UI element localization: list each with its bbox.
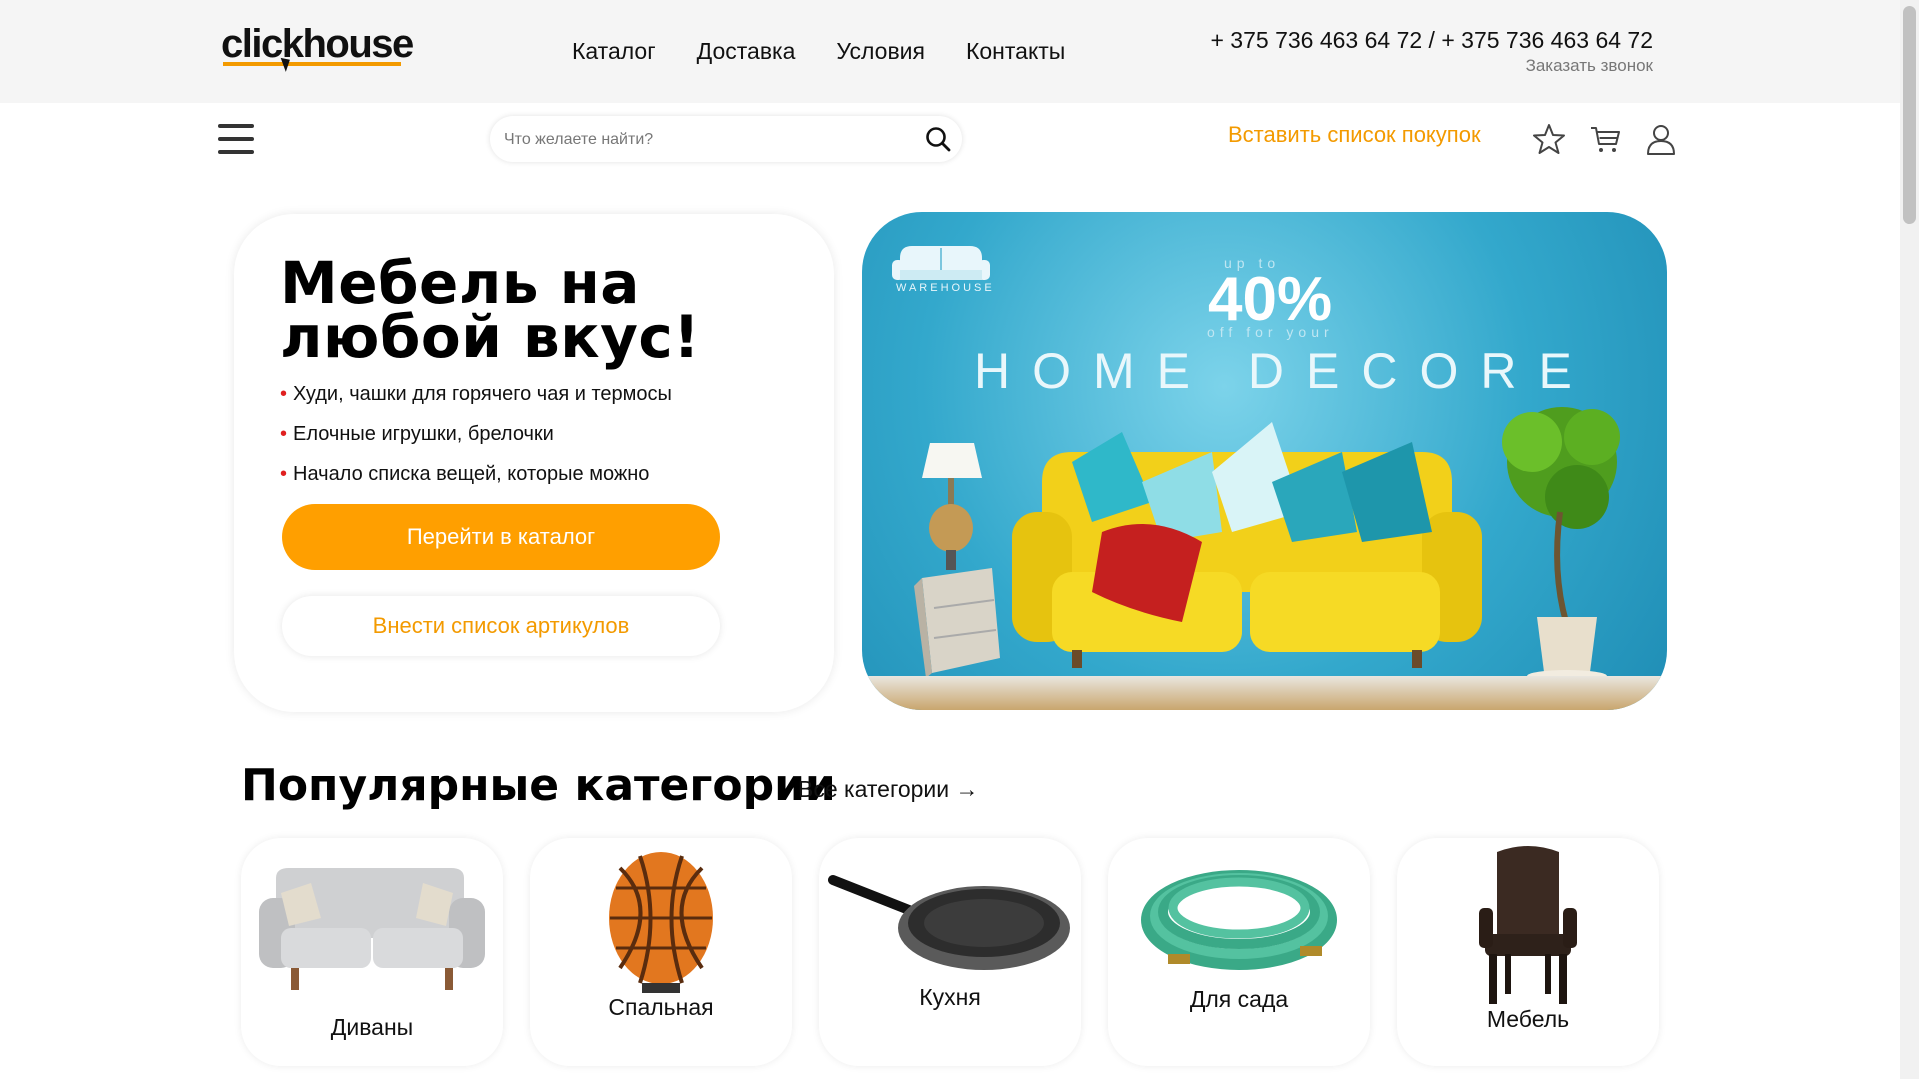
warehouse-logo-icon	[892, 246, 990, 280]
sofa-image	[1012, 422, 1482, 668]
category-label: Для сада	[1189, 986, 1289, 1012]
category-label: Кухня	[919, 984, 981, 1010]
nav-conditions[interactable]: Условия	[836, 38, 925, 65]
insert-shopping-list-link[interactable]: Вставить список покупок	[1228, 122, 1481, 148]
banner-off-for: off for your	[1207, 324, 1334, 340]
bullet-item: • Худи, чашки для горячего чая и термосы	[280, 383, 672, 405]
search-icon[interactable]	[924, 125, 952, 153]
category-card-furniture[interactable]: Мебель	[1397, 838, 1659, 1066]
logo-underline	[223, 62, 401, 66]
hose-icon	[1141, 870, 1337, 970]
search-box	[490, 116, 962, 164]
bullet-item: • Елочные игрушки, брелочки	[280, 423, 554, 445]
go-to-catalog-button[interactable]: Перейти в каталог	[282, 504, 720, 570]
category-label: Мебель	[1486, 1006, 1570, 1032]
logo[interactable]: clickhouse	[221, 22, 414, 78]
hero-bullets: • Худи, чашки для горячего чая и термосы …	[280, 374, 672, 494]
category-card-garden[interactable]: Для сада	[1108, 838, 1370, 1066]
category-card-kitchen[interactable]: Кухня	[819, 838, 1081, 1066]
pan-icon	[828, 875, 1070, 970]
all-categories-link[interactable]: Все категории →	[798, 776, 979, 803]
bullet-dot: •	[280, 383, 288, 405]
promo-banner[interactable]: WAREHOUSE up to 40% off for your HOME DE…	[862, 212, 1667, 710]
header-icons	[1532, 122, 1678, 156]
top-bar: clickhouse Каталог Доставка Условия Конт…	[0, 0, 1900, 103]
hero-card: Мебель на любой вкус! • Худи, чашки для г…	[234, 214, 834, 712]
banner-floor	[862, 676, 1667, 710]
main-nav: Каталог Доставка Условия Контакты	[572, 38, 1065, 65]
category-card-sofas[interactable]: Диваны	[241, 838, 503, 1066]
nav-delivery[interactable]: Доставка	[697, 38, 796, 65]
star-icon[interactable]	[1532, 122, 1566, 156]
popular-categories-title: Популярные категории	[241, 760, 836, 811]
lamp-icon	[609, 852, 713, 993]
sofa-icon	[259, 868, 485, 990]
user-icon[interactable]	[1644, 122, 1678, 156]
hero-title: Мебель на любой вкус!	[280, 249, 701, 371]
scrollbar-thumb[interactable]	[1903, 6, 1916, 224]
menu-icon[interactable]	[218, 124, 254, 154]
warehouse-logo-text: WAREHOUSE	[896, 282, 995, 294]
cart-icon[interactable]	[1588, 122, 1622, 156]
nav-contacts[interactable]: Контакты	[966, 38, 1065, 65]
bullet-item: • Начало списка вещей, которые можно	[280, 463, 650, 485]
chair-icon	[1479, 846, 1577, 1004]
logo-text: clickhouse	[221, 22, 414, 66]
nav-catalog[interactable]: Каталог	[572, 38, 656, 65]
plant-image	[1502, 407, 1620, 682]
lamp-table-image	[914, 443, 1000, 678]
phone-numbers[interactable]: + 375 736 463 64 72 / + 375 736 463 64 7…	[1210, 27, 1653, 54]
search-input[interactable]	[502, 116, 906, 164]
category-label: Диваны	[330, 1014, 414, 1040]
category-list: Диваны Спальная Кухня Для сада Мебель	[241, 838, 1659, 1066]
category-label: Спальная	[608, 994, 714, 1020]
scrollbar[interactable]	[1900, 0, 1919, 1079]
bullet-dot: •	[280, 423, 288, 445]
callback-link[interactable]: Заказать звонок	[1526, 56, 1653, 76]
enter-articles-button[interactable]: Внести список артикулов	[282, 596, 720, 656]
category-card-bedroom[interactable]: Спальная	[530, 838, 792, 1066]
bullet-dot: •	[280, 463, 288, 485]
